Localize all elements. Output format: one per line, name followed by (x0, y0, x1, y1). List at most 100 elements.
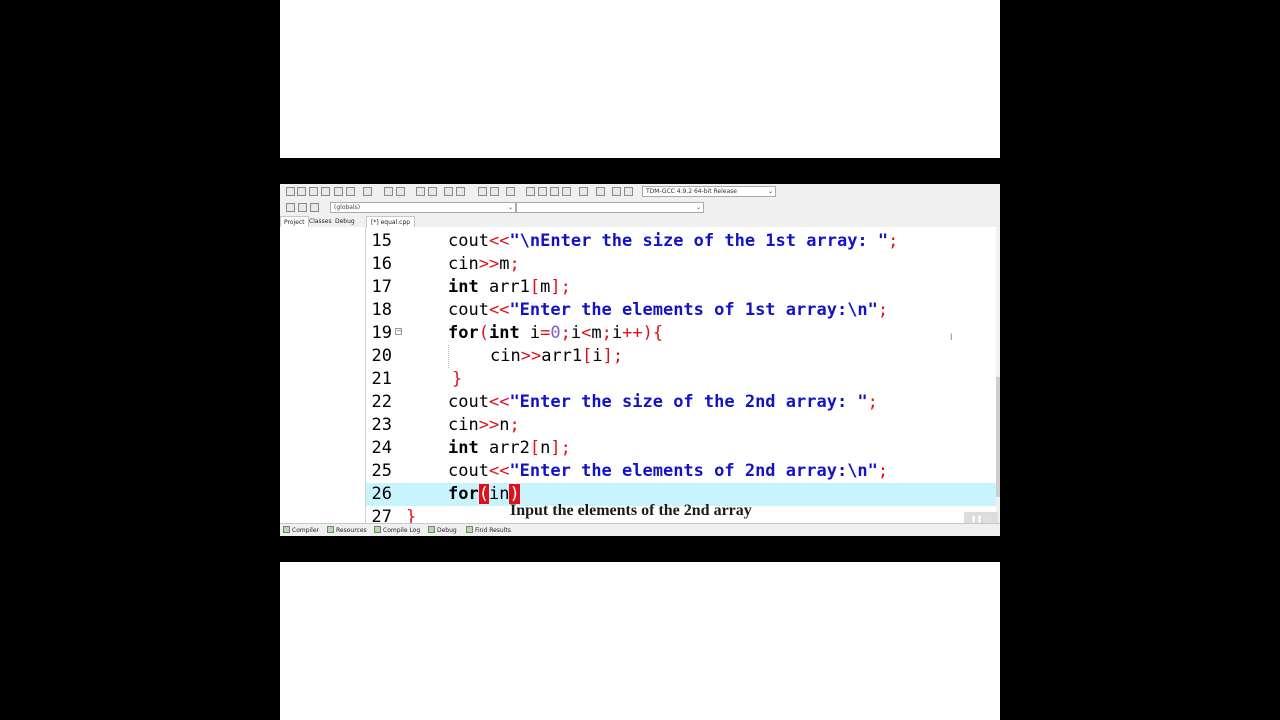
code-line: 17 int arr1[m]; (366, 276, 996, 299)
code-text: cout<<"Enter the elements of 1st array:\… (448, 300, 889, 320)
close-all-icon[interactable] (346, 187, 355, 196)
goto-bookmark-icon[interactable] (310, 203, 319, 212)
unindent-icon[interactable] (490, 187, 499, 196)
line-number: 15 (371, 231, 392, 251)
code-line: 21 } (366, 368, 996, 391)
new-file-icon[interactable] (286, 187, 295, 196)
tile-icon[interactable] (550, 187, 559, 196)
chevron-down-icon: ⌄ (695, 205, 701, 211)
code-text: for(in) (448, 484, 520, 504)
code-line: 19 − for(int i=0;i<m;i++){ (366, 322, 996, 345)
main-toolbar: TDM-GCC 4.9.2 64-bit Release ⌄ (280, 184, 1000, 201)
code-line: 18 cout<<"Enter the elements of 1st arra… (366, 299, 996, 322)
line-number: 26 (371, 484, 392, 504)
tab-compiler[interactable]: Compiler (283, 525, 319, 536)
code-line: 24 int arr2[n]; (366, 437, 996, 460)
close-icon[interactable] (334, 187, 343, 196)
matched-brace: ( (478, 484, 489, 504)
line-number: 17 (371, 277, 392, 297)
tab-debug[interactable]: Debug (332, 216, 358, 227)
save-icon[interactable] (309, 187, 318, 196)
code-line: 15 cout<<"\nEnter the size of the 1st ar… (366, 230, 996, 253)
tab-find-results[interactable]: Find Results (466, 525, 511, 536)
code-text: cout<<"Enter the size of the 2nd array: … (448, 392, 878, 412)
tab-classes[interactable]: Classes (306, 216, 335, 227)
replace-icon[interactable] (428, 187, 437, 196)
code-text: cin>>arr1[i]; (490, 346, 624, 366)
project-panel[interactable] (280, 227, 366, 523)
line-number: 24 (371, 438, 392, 458)
code-line: 25 cout<<"Enter the elements of 2nd arra… (366, 460, 996, 483)
code-text: int arr2[n]; (448, 438, 571, 458)
code-line: 16 cin>>m; (366, 253, 996, 276)
line-number: 22 (371, 392, 392, 412)
toggle-bookmark-icon[interactable] (298, 203, 307, 212)
indent-guide (448, 345, 449, 368)
line-number: 16 (371, 254, 392, 274)
mouse-ibeam-icon: I (950, 333, 953, 343)
bottom-panel-tabs: Compiler Resources Compile Log Debug Fin… (280, 523, 1000, 536)
code-line: 22 cout<<"Enter the size of the 2nd arra… (366, 391, 996, 414)
chevron-down-icon: ⌄ (767, 188, 773, 195)
print-icon[interactable] (363, 187, 372, 196)
line-number: 19 (371, 323, 392, 343)
find-results-icon (466, 526, 473, 533)
matched-brace: ) (509, 484, 520, 504)
full-screen-icon[interactable] (538, 187, 547, 196)
video-caption: Input the elements of the 2nd array (510, 502, 752, 519)
goto-icon[interactable] (456, 187, 465, 196)
code-text: for(int i=0;i<m;i++){ (448, 323, 664, 343)
video-letterbox-bottom (280, 562, 1000, 720)
tab-debug-bottom[interactable]: Debug (428, 525, 457, 536)
code-line: 20 cin>>arr1[i]; (366, 345, 996, 368)
line-number: 23 (371, 415, 392, 435)
compiler-select-value: TDM-GCC 4.9.2 64-bit Release (646, 188, 737, 195)
code-text: cin>>m; (448, 254, 520, 274)
debug-icon (428, 526, 435, 533)
redo-icon[interactable] (396, 187, 405, 196)
insert-icon[interactable] (286, 203, 295, 212)
scope-select-value: (globals) (334, 204, 361, 211)
video-letterbox-top (280, 0, 1000, 158)
layout-icon[interactable] (526, 187, 535, 196)
code-text: } (406, 507, 417, 523)
scrollbar-thumb[interactable] (996, 377, 1000, 497)
vertical-scrollbar[interactable] (996, 227, 1000, 523)
line-number: 27 (371, 507, 392, 523)
profile-icon[interactable] (624, 187, 633, 196)
check-icon[interactable] (579, 187, 588, 196)
line-number: 21 (371, 369, 392, 389)
chart-icon[interactable] (612, 187, 621, 196)
scope-toolbar: (globals) ⌄ ⌄ (280, 200, 1000, 215)
code-editor[interactable]: 15 cout<<"\nEnter the size of the 1st ar… (366, 227, 996, 523)
grid-icon[interactable] (562, 187, 571, 196)
line-number: 18 (371, 300, 392, 320)
code-text: int arr1[m]; (448, 277, 571, 297)
code-text: } (452, 369, 463, 389)
compile-log-icon (374, 526, 381, 533)
open-icon[interactable] (297, 187, 306, 196)
code-text: cout<<"Enter the elements of 2nd array:\… (448, 461, 889, 481)
stop-icon[interactable] (596, 187, 605, 196)
tab-compile-log[interactable]: Compile Log (374, 525, 420, 536)
bookmark-icon[interactable] (506, 187, 515, 196)
code-text: cout<<"\nEnter the size of the 1st array… (448, 231, 899, 251)
scope-select[interactable]: (globals) ⌄ (330, 202, 516, 213)
member-select[interactable]: ⌄ (516, 202, 704, 213)
ide-window: TDM-GCC 4.9.2 64-bit Release ⌄ (globals)… (280, 184, 1000, 536)
find-icon[interactable] (416, 187, 425, 196)
fold-toggle-icon[interactable]: − (395, 328, 402, 335)
line-number: 20 (371, 346, 392, 366)
line-number: 25 (371, 461, 392, 481)
code-text: cin>>n; (448, 415, 520, 435)
save-all-icon[interactable] (321, 187, 330, 196)
compiler-icon (283, 526, 290, 533)
indent-icon[interactable] (478, 187, 487, 196)
find-next-icon[interactable] (444, 187, 453, 196)
undo-icon[interactable] (384, 187, 393, 196)
tab-resources[interactable]: Resources (327, 525, 367, 536)
compiler-select[interactable]: TDM-GCC 4.9.2 64-bit Release ⌄ (642, 186, 776, 197)
code-line: 23 cin>>n; (366, 414, 996, 437)
chevron-down-icon: ⌄ (507, 204, 513, 211)
resources-icon (327, 526, 334, 533)
